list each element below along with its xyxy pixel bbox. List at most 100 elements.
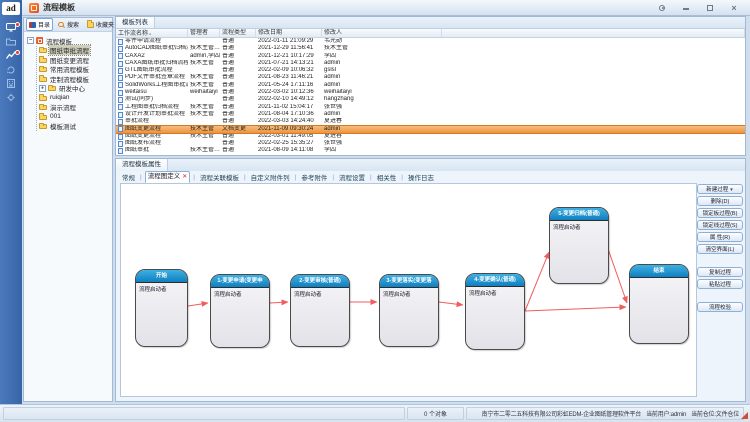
tab-separator: | [401,174,403,181]
action-button[interactable]: 流程校验 [697,302,743,312]
column-header[interactable]: 修改日期 [256,29,322,37]
tab-label: 流程设置 [339,172,365,182]
maximize-button[interactable] [706,4,714,12]
toolbar-button-book[interactable]: 目录 [26,18,53,31]
table-row[interactable]: 设计开发计划审批流程技术主管普通2021-08-04 17:10:36admin [116,111,745,118]
table-row[interactable]: 图纸审批技术主管…普通2021-08-09 14:11:08李四 [116,147,745,154]
flow-node-body: 流程启动者 [291,288,349,300]
flow-node[interactable]: 2-变更审核(普通)流程启动者 [290,274,350,347]
notification-badge [15,22,20,27]
rail-icons [0,22,22,106]
flow-node-title: 2-变更审核(普通) [291,275,349,288]
tree-item[interactable]: +研发中心 [39,84,110,94]
tree-item[interactable]: 图纸审批流程 [39,46,110,56]
toolbar-button-folder[interactable]: 收藏夹 [84,18,117,31]
cell: 技术主管 [188,133,220,140]
flow-node[interactable]: 开始流程启动者 [135,269,188,347]
expand-icon[interactable]: + [39,85,46,92]
settings-icon[interactable] [0,92,22,106]
flow-node-body: 流程启动者 [550,221,608,233]
action-button[interactable]: 复制过程 [697,267,743,277]
action-button[interactable]: 删除(D) [697,196,743,206]
cell: 技术主管… [188,147,220,154]
column-header[interactable]: 工作流名称▵ [116,29,188,37]
cell: 技术主管 [188,104,220,111]
table-row[interactable]: CAXA2admin,李四普通2021-12-21 10:17:29李四 [116,53,745,60]
action-button[interactable]: 锁定板过程(B) [697,208,743,218]
table-row[interactable]: 测试(同步)普通2022-02-10 14:49:12hangzhang [116,96,745,103]
tree-item[interactable]: ruiqian [39,93,110,103]
workflow-doc-icon [118,97,123,103]
table-row[interactable]: SolidWorks工程图审批流程技术主管普通2021-05-24 17:11:… [116,82,745,89]
toolbar-button-search[interactable]: 搜索 [55,18,82,31]
action-button[interactable]: 新建过程▼ [697,184,743,194]
window-title: 流程模板 [43,2,75,13]
flow-node-body [630,278,688,282]
tab-0[interactable]: 常规 [120,172,137,182]
workflow-name: 图纸审批 [125,147,149,154]
table-row[interactable]: 工程图审批归档流程技术主管普通2021-11-02 15:04:17张世强 [116,104,745,111]
column-header[interactable]: 修改人 [322,29,442,37]
tab-label: 流程关联模板 [200,172,239,182]
action-button[interactable]: 锁定线过程(S) [697,220,743,230]
action-button[interactable]: 清空界面(L) [697,244,743,254]
tab-separator: | [370,174,372,181]
flow-node[interactable]: 1-变更申请(变更申流程启动者 [210,274,270,348]
tree-item[interactable]: 图纸变更流程 [39,55,110,65]
tree-item[interactable]: 常用流程模板 [39,65,110,75]
workflow-name: 图纸变更流程 [125,126,161,133]
flow-node[interactable]: 3-变更落实(变更落流程启动者 [379,274,439,347]
folder-icon [39,96,47,101]
tab-2[interactable]: 流程关联模板 [198,172,241,182]
settings-icon[interactable] [658,4,666,12]
flowchart-canvas[interactable]: 开始流程启动者1-变更申请(变更申流程启动者2-变更审核(普通)流程启动者3-变… [120,183,697,397]
folder-icon [39,115,47,120]
flow-node-title: 开始 [136,270,187,283]
table-row[interactable]: GTL图纸审批流程普通2022-02-09 10:06:32gslsl [116,67,745,74]
tree-children: 图纸审批流程图纸变更流程常用流程模板定制流程模板+研发中心ruiqian演示流程… [36,46,110,132]
toolbar-button-label: 目录 [38,20,50,29]
column-header[interactable]: 管理者 [188,29,220,37]
table-row[interactable]: weitaisuweihaitaiyi普通2022-03-02 10:12:36… [116,89,745,96]
tree-item[interactable]: 定制流程模板 [39,74,110,84]
table-row[interactable]: 图纸变更流程技术主管文档变更2021-11-09 09:30:24admin [116,126,745,133]
workflow-name: 零件申请流程 [125,38,161,45]
tree-item[interactable]: 模板测试 [39,122,110,132]
cell: admin [322,126,442,133]
folder-icon [39,67,47,72]
tree-item[interactable]: 演示流程 [39,103,110,113]
table-row[interactable]: 零件申请流程普通2022-01-11 21:09:29韦光勋 [116,38,745,45]
tab-1[interactable]: 流程图定义✕ [145,171,191,183]
action-button[interactable]: 属 性(R) [697,232,743,242]
close-icon[interactable]: × [730,4,738,12]
tab-5[interactable]: 流程设置 [337,172,367,182]
properties-tab[interactable]: 流程模板属性 [116,159,168,171]
minimize-button[interactable] [682,4,690,12]
tab-close-icon[interactable]: ✕ [182,172,187,182]
cell: 2022-03-01 11:49:05 [256,133,322,140]
resize-grip-icon[interactable] [741,412,748,419]
flow-node[interactable]: 结束 [629,264,689,344]
collapse-icon[interactable]: − [27,37,34,44]
template-list-tab[interactable]: 模板列表 [116,17,155,28]
tab-3[interactable]: 自定义附件列 [249,172,292,182]
table-row[interactable]: PDF文件审批签章流程技术主管普通2021-08-23 11:46:21admi… [116,74,745,81]
table-row[interactable]: 图纸发布流程普通2022-02-25 15:35:27张世强 [116,140,745,147]
table-row[interactable]: 审批流程普通2022-03-03 14:24:40夏进春 [116,118,745,125]
tree-item[interactable]: 001 [39,112,110,122]
tree-root[interactable]: − 流程模板 [27,36,110,46]
workflow-name: CAXA图纸审批归档流程 [125,60,188,67]
tab-6[interactable]: 相关性 [375,172,399,182]
tab-7[interactable]: 操作日志 [406,172,436,182]
table-row[interactable]: CAXA图纸审批归档流程技术主管普通2021-07-21 14:13:21adm… [116,60,745,67]
tab-4[interactable]: 参考附件 [299,172,329,182]
table-row[interactable]: 图纸变更流程技术主管普通2022-03-01 11:49:05夏进春 [116,133,745,140]
cell: 2022-03-03 14:24:40 [256,118,322,125]
flow-node[interactable]: 5-变更归档(普通)流程启动者 [549,207,609,284]
flow-node[interactable]: 4-变更确认(普通)流程启动者 [465,273,525,350]
flow-node-title: 1-变更申请(变更申 [211,275,269,288]
table-header: 工作流名称▵管理者流程类型修改日期修改人 [116,29,745,38]
column-header[interactable]: 流程类型 [220,29,256,37]
table-row[interactable]: AutoCAD图纸审批归档流程技术主管…普通2021-12-29 11:56:4… [116,45,745,52]
action-button[interactable]: 粘贴过程 [697,279,743,289]
